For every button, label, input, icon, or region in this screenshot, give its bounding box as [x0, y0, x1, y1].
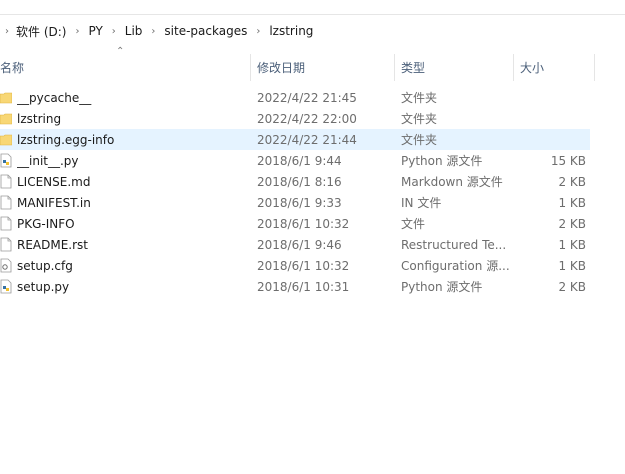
file-date: 2018/6/1 9:33 — [257, 195, 342, 210]
column-divider[interactable] — [513, 54, 514, 81]
breadcrumb-site-packages[interactable]: site-packages — [160, 19, 251, 43]
file-size: 2 KB — [558, 279, 586, 294]
chevron-right-icon[interactable]: › — [0, 19, 12, 43]
file-size: 1 KB — [558, 195, 586, 210]
file-type: 文件夹 — [401, 112, 438, 126]
file-date: 2018/6/1 9:44 — [257, 153, 342, 168]
file-date: 2022/4/22 21:44 — [257, 132, 357, 147]
column-divider[interactable] — [594, 54, 595, 81]
file-icon — [0, 237, 12, 252]
file-date: 2018/6/1 8:16 — [257, 174, 342, 189]
file-size — [520, 87, 586, 108]
file-date: 2018/6/1 10:32 — [257, 216, 350, 231]
file-row[interactable]: LICENSE.md 2018/6/1 8:16 Markdown 源文件 2 … — [0, 171, 590, 192]
config-file-icon — [0, 258, 12, 273]
window-top-strip — [0, 0, 625, 15]
folder-icon — [0, 92, 12, 104]
file-name: setup.py — [17, 279, 70, 294]
file-name: __pycache__ — [17, 90, 92, 105]
python-file-icon — [0, 153, 12, 168]
file-size: 1 KB — [558, 237, 586, 252]
file-row-selected[interactable]: lzstring.egg-info 2022/4/22 21:44 文件夹 — [0, 129, 590, 150]
file-type: Python 源文件 — [401, 280, 483, 294]
chevron-right-icon[interactable]: › — [146, 19, 160, 43]
file-row[interactable]: MANIFEST.in 2018/6/1 9:33 IN 文件 1 KB — [0, 192, 590, 213]
chevron-right-icon[interactable]: › — [107, 19, 121, 43]
python-file-icon — [0, 279, 12, 294]
file-row[interactable]: __init__.py 2018/6/1 9:44 Python 源文件 15 … — [0, 150, 590, 171]
file-size: 1 KB — [558, 258, 586, 273]
file-date: 2022/4/22 22:00 — [257, 111, 357, 126]
file-name: MANIFEST.in — [17, 195, 91, 210]
file-date: 2018/6/1 10:31 — [257, 279, 350, 294]
file-row[interactable]: lzstring 2022/4/22 22:00 文件夹 — [0, 108, 590, 129]
file-name: LICENSE.md — [17, 174, 91, 189]
file-row[interactable]: PKG-INFO 2018/6/1 10:32 文件 2 KB — [0, 213, 590, 234]
column-divider[interactable] — [394, 54, 395, 81]
breadcrumb-lib[interactable]: Lib — [121, 19, 147, 43]
file-name: README.rst — [17, 237, 89, 252]
column-header-type[interactable]: 类型 — [401, 54, 425, 81]
column-divider[interactable] — [250, 54, 251, 81]
file-type: Markdown 源文件 — [401, 175, 503, 189]
address-bar[interactable]: › 软件 (D:) › PY › Lib › site-packages › l… — [0, 19, 625, 43]
file-date: 2022/4/22 21:45 — [257, 90, 357, 105]
file-row[interactable]: setup.py 2018/6/1 10:31 Python 源文件 2 KB — [0, 276, 590, 297]
file-icon — [0, 174, 12, 189]
breadcrumb-drive[interactable]: 软件 (D:) — [12, 19, 70, 43]
column-header: 名称 修改日期 类型 大小 — [0, 54, 625, 81]
file-type: Configuration 源... — [401, 259, 509, 273]
file-name: __init__.py — [17, 153, 79, 168]
file-size: 2 KB — [558, 216, 586, 231]
file-type: 文件 — [401, 217, 426, 231]
column-header-size[interactable]: 大小 — [520, 54, 544, 81]
file-icon — [0, 195, 12, 210]
chevron-right-icon[interactable]: › — [70, 19, 84, 43]
file-row[interactable]: README.rst 2018/6/1 9:46 Restructured Te… — [0, 234, 590, 255]
file-type: Python 源文件 — [401, 154, 483, 168]
chevron-right-icon[interactable]: › — [251, 19, 265, 43]
file-size: 2 KB — [558, 174, 586, 189]
file-name: setup.cfg — [17, 258, 73, 273]
folder-icon — [0, 134, 12, 146]
file-date: 2018/6/1 10:32 — [257, 258, 350, 273]
file-icon — [0, 216, 12, 231]
file-name: lzstring — [17, 111, 62, 126]
file-date: 2018/6/1 9:46 — [257, 237, 342, 252]
file-type: IN 文件 — [401, 196, 442, 210]
file-type: 文件夹 — [401, 133, 438, 147]
file-row[interactable]: setup.cfg 2018/6/1 10:32 Configuration 源… — [0, 255, 590, 276]
file-size: 15 KB — [550, 153, 586, 168]
file-row[interactable]: __pycache__ 2022/4/22 21:45 文件夹 — [0, 87, 590, 108]
file-size — [520, 129, 586, 150]
file-type: 文件夹 — [401, 91, 438, 105]
column-header-name[interactable]: 名称 — [0, 54, 24, 81]
column-header-date[interactable]: 修改日期 — [257, 54, 305, 81]
file-size — [520, 108, 586, 129]
file-name: PKG-INFO — [17, 216, 75, 231]
breadcrumb-lzstring[interactable]: lzstring — [265, 19, 317, 43]
file-name: lzstring.egg-info — [17, 132, 115, 147]
file-type: Restructured Te... — [401, 237, 507, 252]
breadcrumb-py[interactable]: PY — [84, 19, 106, 43]
folder-icon — [0, 113, 12, 125]
